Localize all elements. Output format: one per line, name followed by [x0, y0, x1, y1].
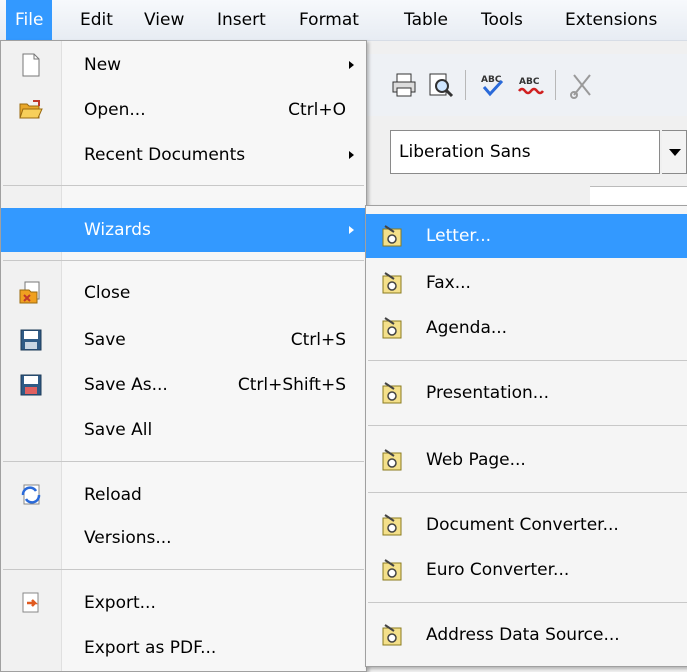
file-close[interactable]: Close — [1, 271, 366, 315]
menu-separator — [368, 425, 687, 426]
menu-separator — [368, 360, 687, 361]
wizard-icon — [382, 449, 402, 471]
file-versions-label: Versions... — [84, 528, 172, 548]
wizard-fax[interactable]: Fax... — [366, 261, 687, 305]
file-save-all-label: Save All — [84, 420, 153, 440]
file-reload-label: Reload — [84, 485, 142, 505]
menu-insert[interactable]: Insert — [208, 0, 275, 40]
file-save-as-label: Save As... — [84, 375, 168, 395]
toolbar-separator — [465, 70, 466, 100]
print-icon[interactable] — [390, 71, 418, 99]
submenu-arrow-icon — [349, 151, 354, 159]
spellcheck-icon[interactable]: ABC — [478, 71, 506, 99]
file-export[interactable]: Export... — [1, 581, 366, 625]
cut-icon[interactable] — [568, 71, 596, 99]
file-export-pdf-label: Export as PDF... — [84, 638, 217, 658]
menu-separator — [3, 260, 364, 261]
wizard-address-data-source[interactable]: Address Data Source... — [366, 613, 687, 657]
file-save-shortcut: Ctrl+S — [290, 330, 346, 350]
file-open[interactable]: Open... Ctrl+O — [1, 88, 366, 132]
menu-tools[interactable]: Tools — [472, 0, 532, 40]
wizard-icon — [382, 624, 402, 646]
wizard-document-converter[interactable]: Document Converter... — [366, 503, 687, 547]
file-export-pdf[interactable]: Export as PDF... — [1, 626, 366, 670]
file-export-label: Export... — [84, 593, 156, 613]
menu-separator — [3, 185, 364, 186]
wizard-presentation[interactable]: Presentation... — [366, 371, 687, 415]
menu-separator — [3, 569, 364, 570]
svg-text:ABC: ABC — [519, 77, 540, 87]
file-open-label: Open... — [84, 100, 146, 120]
toolbar-separator — [555, 70, 556, 100]
autospellcheck-icon[interactable]: ABC — [516, 71, 544, 99]
file-save-as-shortcut: Ctrl+Shift+S — [237, 375, 346, 395]
save-icon — [20, 329, 42, 351]
file-recent-documents[interactable]: Recent Documents — [1, 133, 366, 177]
file-save-as[interactable]: Save As... Ctrl+Shift+S — [1, 363, 366, 407]
wizard-presentation-label: Presentation... — [426, 383, 549, 403]
wizard-euro-converter[interactable]: Euro Converter... — [366, 548, 687, 592]
menu-bar: File Edit View Insert Format Table Tools… — [0, 0, 687, 41]
wizard-address-data-source-label: Address Data Source... — [426, 625, 620, 645]
wizard-web-page-label: Web Page... — [426, 450, 526, 470]
wizard-letter[interactable]: Letter... — [366, 214, 687, 258]
file-reload[interactable]: Reload — [1, 473, 366, 517]
font-name-box[interactable]: Liberation Sans — [390, 130, 660, 174]
file-wizards[interactable]: Wizards — [1, 208, 366, 252]
print-preview-icon[interactable] — [426, 71, 454, 99]
save-as-icon — [20, 374, 42, 396]
standard-toolbar: ABC ABC — [360, 54, 687, 116]
menu-view[interactable]: View — [135, 0, 193, 40]
wizard-icon — [382, 382, 402, 404]
menu-separator — [368, 602, 687, 603]
wizard-icon — [382, 225, 402, 247]
wizard-icon — [382, 317, 402, 339]
file-close-label: Close — [84, 283, 131, 303]
submenu-arrow-icon — [349, 226, 354, 234]
wizard-icon — [382, 559, 402, 581]
wizard-letter-label: Letter... — [426, 226, 492, 246]
open-folder-icon — [19, 100, 43, 119]
font-name-dropdown-button[interactable] — [662, 130, 687, 174]
file-wizards-label: Wizards — [84, 220, 151, 240]
new-document-icon — [22, 53, 40, 77]
file-save-all[interactable]: Save All — [1, 408, 366, 452]
wizard-icon — [382, 272, 402, 294]
submenu-arrow-icon — [349, 61, 354, 69]
wizard-euro-converter-label: Euro Converter... — [426, 560, 570, 580]
file-open-shortcut: Ctrl+O — [288, 100, 346, 120]
menu-extensions[interactable]: Extensions — [556, 0, 666, 40]
menu-edit[interactable]: Edit — [71, 0, 122, 40]
file-save-label: Save — [84, 330, 126, 350]
wizard-web-page[interactable]: Web Page... — [366, 438, 687, 482]
file-menu: New Open... Ctrl+O Recent Documents Wiza… — [0, 40, 367, 672]
wizard-fax-label: Fax... — [426, 273, 471, 293]
wizard-document-converter-label: Document Converter... — [426, 515, 619, 535]
reload-icon — [21, 484, 41, 505]
menu-table[interactable]: Table — [395, 0, 457, 40]
wizards-submenu: Letter... Fax... Agenda... Presentation.… — [365, 205, 687, 667]
file-recent-label: Recent Documents — [84, 145, 246, 165]
wizard-agenda[interactable]: Agenda... — [366, 306, 687, 350]
file-new-label: New — [84, 55, 122, 75]
file-new[interactable]: New — [1, 43, 366, 87]
menu-separator — [368, 492, 687, 493]
file-save[interactable]: Save Ctrl+S — [1, 318, 366, 362]
file-versions[interactable]: Versions... — [1, 516, 366, 560]
export-icon — [22, 592, 39, 613]
wizard-icon — [382, 514, 402, 536]
menu-format[interactable]: Format — [290, 0, 368, 40]
menu-separator — [3, 461, 364, 462]
menu-file[interactable]: File — [6, 0, 53, 40]
wizard-agenda-label: Agenda... — [426, 318, 508, 338]
close-document-icon — [19, 281, 40, 304]
